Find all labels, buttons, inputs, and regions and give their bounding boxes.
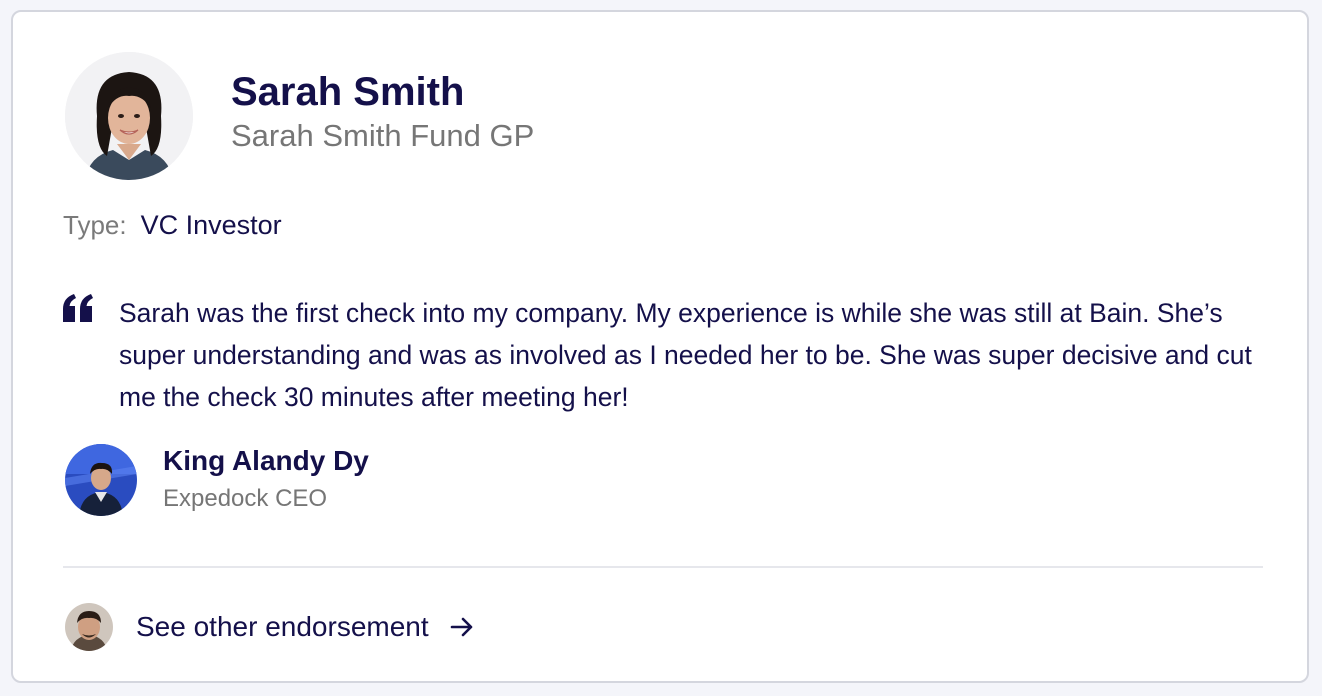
portrait-man-icon xyxy=(65,603,113,651)
quote-icon xyxy=(63,294,93,322)
divider xyxy=(63,566,1263,568)
other-endorser-avatar xyxy=(65,603,113,651)
profile-avatar xyxy=(65,52,193,180)
type-row: Type: VC Investor xyxy=(63,208,282,247)
portrait-woman-icon xyxy=(65,52,193,180)
author-avatar xyxy=(65,444,137,516)
author-name: King Alandy Dy xyxy=(163,445,369,476)
author-role: Expedock CEO xyxy=(163,485,328,512)
type-label: Type: xyxy=(63,210,127,240)
see-other-endorsement-label: See other endorsement xyxy=(136,611,429,642)
portrait-man-stage-icon xyxy=(65,444,137,516)
type-value: VC Investor xyxy=(140,210,282,240)
see-other-endorsement-link[interactable]: See other endorsement xyxy=(136,607,475,647)
endorsement-quote: Sarah was the first check into my compan… xyxy=(119,298,1252,412)
profile-name: Sarah Smith xyxy=(231,70,465,114)
profile-subtitle: Sarah Smith Fund GP xyxy=(231,118,535,153)
endorsement-card: Sarah Smith Sarah Smith Fund GP Type: VC … xyxy=(11,10,1309,683)
arrow-right-icon xyxy=(450,617,472,637)
